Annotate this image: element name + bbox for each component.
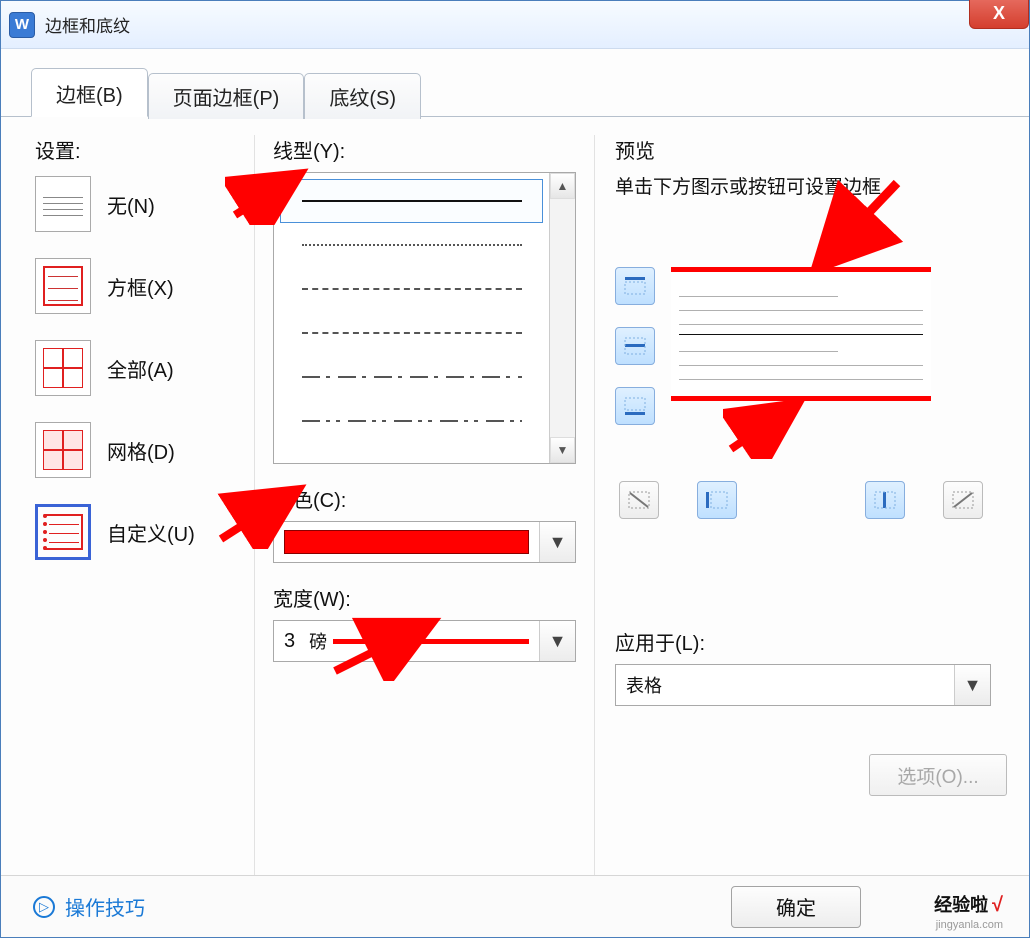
linetype-dashdotdot[interactable] (280, 399, 543, 443)
linetype-dashed-long[interactable] (280, 311, 543, 355)
setting-box[interactable]: 方框(X) (35, 258, 240, 314)
check-icon: √ (992, 894, 1003, 916)
tips-label: 操作技巧 (65, 892, 145, 921)
linetype-dashdot[interactable] (280, 355, 543, 399)
preview-side-buttons (615, 267, 655, 447)
setting-all-label: 全部(A) (107, 354, 174, 383)
setting-custom-icon (35, 504, 91, 560)
preview-box[interactable] (671, 267, 931, 401)
border-left-button[interactable] (697, 481, 737, 519)
border-top-button[interactable] (615, 267, 655, 305)
color-swatch (284, 530, 529, 554)
tab-page-borders[interactable]: 页面边框(P) (148, 73, 305, 119)
tips-link[interactable]: ▷ 操作技巧 (33, 892, 145, 921)
apply-to-label: 应用于(L): (615, 627, 1007, 656)
annotation-arrow (723, 399, 813, 459)
border-bottom-button[interactable] (615, 387, 655, 425)
setting-custom-label: 自定义(U) (107, 518, 195, 547)
tab-panel: 设置: 无(N) 方框(X) (1, 116, 1029, 879)
linetype-dotted[interactable] (280, 223, 543, 267)
setting-all[interactable]: 全部(A) (35, 340, 240, 396)
tab-borders[interactable]: 边框(B) (31, 68, 148, 117)
setting-all-icon (35, 340, 91, 396)
linetype-items (274, 173, 549, 463)
setting-none-icon (35, 176, 91, 232)
window-title: 边框和底纹 (45, 12, 130, 37)
border-hmiddle-button[interactable] (615, 327, 655, 365)
setting-grid[interactable]: 网格(D) (35, 422, 240, 478)
options-button[interactable]: 选项(O)... (869, 754, 1007, 796)
scroll-up-icon[interactable]: ▲ (550, 173, 575, 199)
linetype-solid[interactable] (280, 179, 543, 223)
width-label: 宽度(W): (273, 583, 576, 612)
setting-none-label: 无(N) (107, 190, 155, 219)
setting-grid-label: 网格(D) (107, 436, 175, 465)
linetype-dashed-short[interactable] (280, 267, 543, 311)
width-combobox[interactable]: 3 磅 ▼ (273, 620, 576, 662)
linetype-listbox[interactable]: ▲ ▼ (273, 172, 576, 464)
width-unit: 磅 (309, 628, 327, 654)
preview-column: 预览 单击下方图示或按钮可设置边框 (595, 135, 1007, 879)
close-button[interactable]: X (969, 0, 1029, 29)
ok-button[interactable]: 确定 (731, 886, 861, 928)
linetype-scrollbar[interactable]: ▲ ▼ (549, 173, 575, 463)
color-label: 颜色(C): (273, 484, 576, 513)
preview-hint: 单击下方图示或按钮可设置边框 (615, 172, 1007, 199)
app-icon: W (9, 12, 35, 38)
color-combobox[interactable]: ▼ (273, 521, 576, 563)
tab-shading[interactable]: 底纹(S) (304, 73, 421, 119)
settings-column: 设置: 无(N) 方框(X) (35, 135, 255, 879)
border-diag-up-button[interactable] (943, 481, 983, 519)
dialog-window: W 边框和底纹 X 边框(B) 页面边框(P) 底纹(S) 设置: 无(N) (0, 0, 1030, 938)
preview-bottom-buttons (619, 481, 1007, 541)
setting-custom[interactable]: 自定义(U) (35, 504, 240, 560)
watermark: 经验啦 √ jingyanla.com (934, 894, 1003, 931)
setting-grid-icon (35, 422, 91, 478)
tabstrip: 边框(B) 页面边框(P) 底纹(S) (31, 73, 1029, 117)
play-icon: ▷ (33, 896, 55, 918)
titlebar: W 边框和底纹 X (1, 1, 1029, 49)
chevron-down-icon[interactable]: ▼ (954, 665, 990, 705)
setting-none[interactable]: 无(N) (35, 176, 240, 232)
width-value: 3 (284, 630, 295, 653)
settings-label: 设置: (35, 135, 240, 164)
chevron-down-icon[interactable]: ▼ (539, 621, 575, 661)
setting-box-icon (35, 258, 91, 314)
border-diag-down-button[interactable] (619, 481, 659, 519)
apply-to-combobox[interactable]: 表格 ▼ (615, 664, 991, 706)
scroll-down-icon[interactable]: ▼ (550, 437, 575, 463)
width-preview-line (333, 639, 529, 644)
setting-box-label: 方框(X) (107, 272, 174, 301)
border-vmiddle-button[interactable] (865, 481, 905, 519)
chevron-down-icon[interactable]: ▼ (539, 522, 575, 562)
dialog-footer: ▷ 操作技巧 确定 经验啦 √ jingyanla.com (1, 875, 1029, 937)
watermark-brand: 经验啦 (934, 895, 988, 915)
preview-label: 预览 (615, 135, 1007, 164)
linetype-label: 线型(Y): (273, 135, 576, 164)
apply-to-value: 表格 (626, 672, 662, 698)
style-column: 线型(Y): ▲ ▼ 颜色(C): (255, 135, 595, 879)
watermark-url: jingyanla.com (936, 919, 1003, 931)
